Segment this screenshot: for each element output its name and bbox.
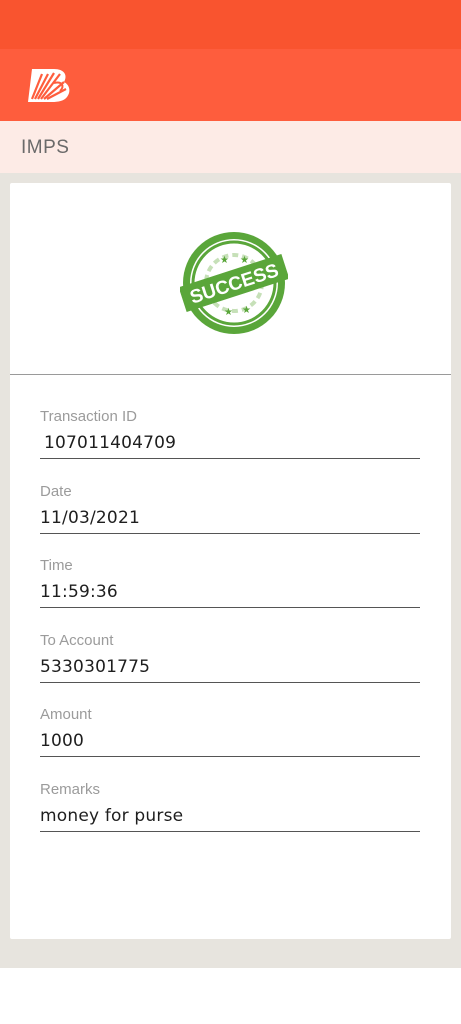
- to-account-label: To Account: [40, 632, 114, 649]
- to-account-value: 5330301775: [40, 657, 151, 677]
- transaction-id-field: Transaction ID 107011404709: [40, 407, 420, 459]
- screen-title-bar: IMPS: [0, 121, 461, 173]
- transaction-id-value: 107011404709: [44, 433, 177, 453]
- svg-text:★: ★: [220, 255, 229, 266]
- field-underline: [40, 756, 420, 757]
- app-bar: [0, 49, 461, 121]
- field-underline: [40, 682, 420, 683]
- amount-value: 1000: [40, 731, 85, 751]
- field-underline: [40, 607, 420, 608]
- status-bar: [0, 0, 461, 49]
- remarks-value: money for purse: [40, 806, 184, 826]
- field-underline: [40, 831, 420, 832]
- field-underline: [40, 533, 420, 534]
- success-stamp-icon: SUCCESS ★ ★ ★ ★: [180, 232, 288, 334]
- screen-title: IMPS: [21, 137, 70, 158]
- time-label: Time: [40, 557, 73, 574]
- time-value: 11:59:36: [40, 582, 118, 602]
- svg-text:★: ★: [224, 307, 233, 318]
- bank-logo-icon: [28, 69, 70, 102]
- transaction-id-label: Transaction ID: [40, 408, 137, 425]
- amount-label: Amount: [40, 706, 92, 723]
- date-label: Date: [40, 483, 72, 500]
- to-account-field: To Account 5330301775: [40, 631, 420, 683]
- time-field: Time 11:59:36: [40, 556, 420, 608]
- date-field: Date 11/03/2021: [40, 482, 420, 534]
- transaction-card: SUCCESS ★ ★ ★ ★ Transaction ID 107011404…: [10, 183, 451, 939]
- card-divider: [10, 374, 451, 375]
- amount-field: Amount 1000: [40, 705, 420, 757]
- date-value: 11/03/2021: [40, 508, 140, 528]
- remarks-field: Remarks money for purse: [40, 780, 420, 832]
- svg-text:★: ★: [242, 305, 251, 316]
- remarks-label: Remarks: [40, 781, 101, 798]
- field-underline: [40, 458, 420, 459]
- svg-text:★: ★: [240, 255, 249, 266]
